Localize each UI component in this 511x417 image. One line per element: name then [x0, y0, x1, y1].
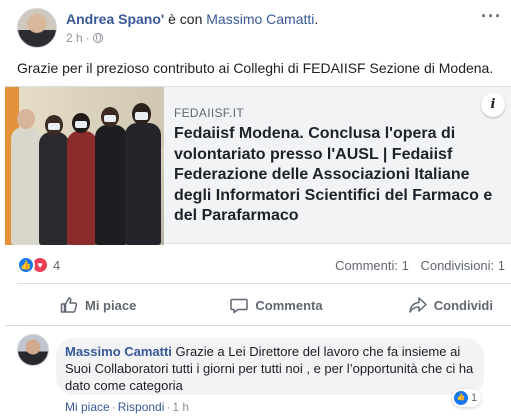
comment-actions: Mi piace · Rispondi · 1 h: [65, 400, 189, 414]
like-button[interactable]: Mi piace: [17, 284, 204, 326]
post-text: Grazie per il prezioso contributo ai Col…: [17, 60, 494, 76]
comment-button[interactable]: Commenta: [204, 284, 348, 326]
tagged-suffix: .: [314, 11, 319, 27]
photo-person: [95, 125, 127, 245]
more-options-icon[interactable]: ···: [481, 6, 502, 27]
shares-count-link[interactable]: Condivisioni: 1: [420, 258, 505, 273]
meta-separator: ·: [85, 31, 90, 45]
engagement-counts: Commenti: 1 Condivisioni: 1: [335, 258, 505, 273]
post-meta: 2 h ·: [66, 31, 103, 45]
comment-like-link[interactable]: Mi piace: [65, 400, 110, 414]
with-text: è con: [164, 11, 207, 27]
share-button[interactable]: Condividi: [349, 284, 511, 326]
commenter-avatar[interactable]: [17, 334, 49, 366]
reactions-summary[interactable]: 👍 ♥ 4: [17, 256, 60, 274]
like-reaction-icon: 👍: [454, 391, 468, 405]
photo-mask: [75, 121, 87, 128]
link-thumbnail-image[interactable]: [5, 87, 164, 245]
photo-person: [67, 131, 97, 245]
author-avatar[interactable]: [17, 8, 57, 48]
comment-reply-link[interactable]: Rispondi: [118, 400, 165, 414]
link-preview-card[interactable]: FEDAIISF.IT Fedaiisf Modena. Conclusa l'…: [5, 86, 511, 245]
like-button-label: Mi piace: [85, 297, 137, 313]
photo-mask: [104, 115, 116, 122]
link-domain: FEDAIISF.IT: [174, 106, 244, 120]
post-action-bar: Mi piace Commenta Condividi: [17, 284, 511, 326]
thumbs-up-icon: [60, 297, 78, 313]
comment-author-link[interactable]: Massimo Camatti: [65, 344, 172, 359]
post-timestamp[interactable]: 2 h: [66, 31, 83, 45]
tagged-user-link[interactable]: Massimo Camatti: [206, 11, 314, 27]
photo-mask: [135, 112, 148, 120]
comment-icon: [230, 298, 249, 314]
share-icon: [409, 297, 427, 313]
comment-reaction-badge[interactable]: 👍 1: [452, 389, 482, 407]
comment-action-separator: ·: [111, 400, 116, 414]
comment-bubble: Massimo Camatti Grazie a Lei Direttore d…: [56, 338, 484, 395]
comment-button-label: Commenta: [255, 297, 323, 313]
author-name-link[interactable]: Andrea Spano': [66, 11, 164, 27]
reaction-count: 4: [53, 257, 61, 273]
photo-person-head: [17, 109, 35, 129]
divider: [5, 325, 511, 326]
comment-timestamp[interactable]: 1 h: [172, 400, 189, 414]
photo-person: [11, 127, 41, 245]
post-header: Andrea Spano' è con Massimo Camatti.: [66, 11, 318, 27]
link-title[interactable]: Fedaiisf Modena. Conclusa l'opera di vol…: [174, 124, 504, 227]
comment-reaction-count: 1: [471, 392, 478, 404]
photo-mask: [48, 123, 60, 130]
photo-person: [125, 123, 161, 245]
share-button-label: Condividi: [433, 297, 493, 313]
comment-action-separator: ·: [166, 400, 171, 414]
info-icon[interactable]: i: [481, 93, 505, 117]
like-reaction-icon: 👍: [17, 256, 35, 274]
comments-count-link[interactable]: Commenti: 1: [335, 258, 409, 273]
globe-icon[interactable]: [92, 33, 103, 43]
photo-person: [39, 132, 69, 245]
